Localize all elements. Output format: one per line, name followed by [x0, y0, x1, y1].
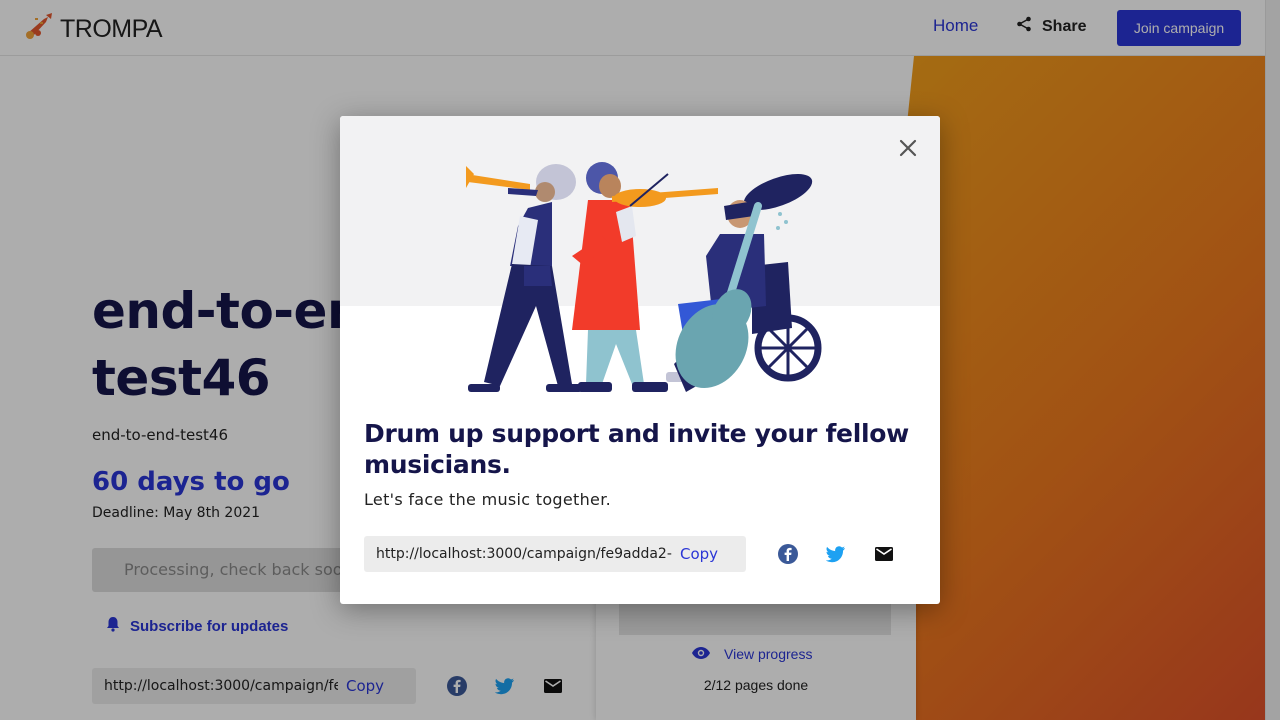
email-icon[interactable] — [872, 542, 896, 566]
modal-subtitle: Let's face the music together. — [364, 490, 611, 509]
modal-share-url[interactable]: http://localhost:3000/campaign/fe9adda2-… — [364, 546, 672, 562]
modal-close-button[interactable] — [896, 136, 920, 160]
facebook-icon[interactable] — [776, 542, 800, 566]
close-icon — [896, 139, 920, 163]
modal-copy-button[interactable]: Copy — [672, 545, 732, 563]
share-modal: Drum up support and invite your fellow m… — [340, 116, 940, 604]
musicians-illustration — [340, 116, 940, 406]
modal-title: Drum up support and invite your fellow m… — [364, 419, 909, 479]
modal-share-url-box: http://localhost:3000/campaign/fe9adda2-… — [364, 536, 746, 572]
twitter-icon[interactable] — [824, 542, 848, 566]
modal-share-row: http://localhost:3000/campaign/fe9adda2-… — [364, 536, 896, 572]
modal-social-icons — [776, 542, 896, 566]
